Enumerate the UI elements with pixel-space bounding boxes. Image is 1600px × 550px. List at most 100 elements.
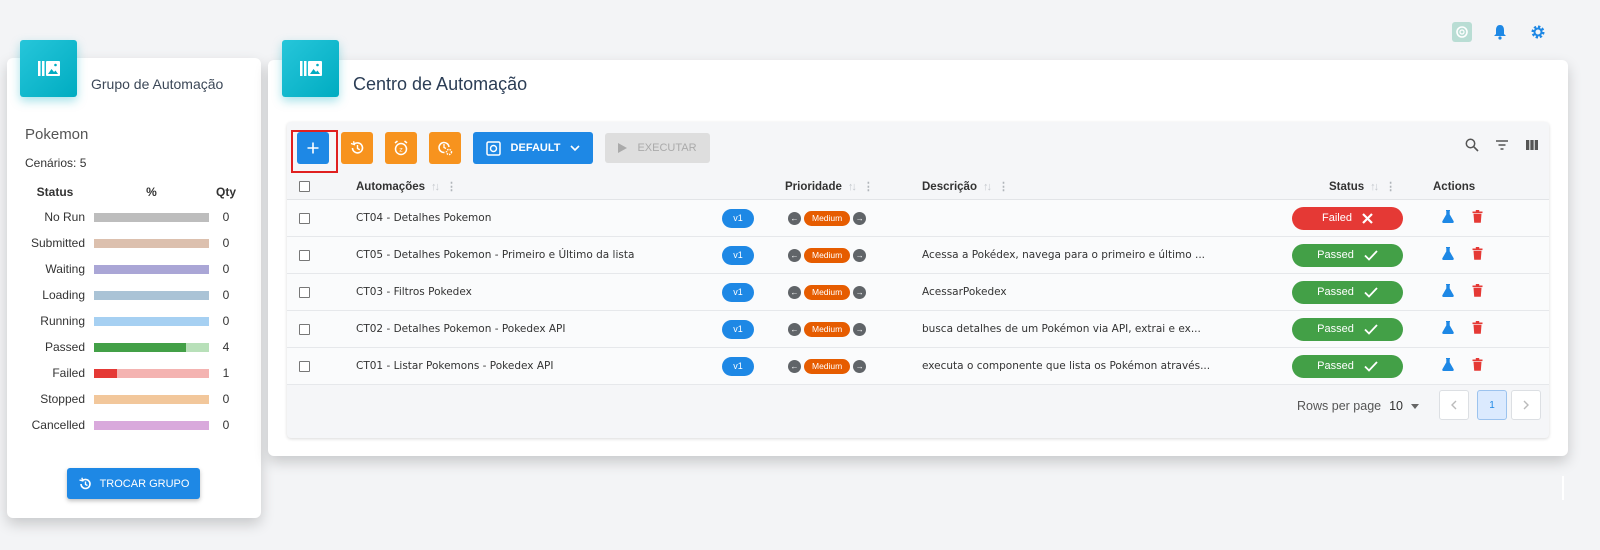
execute-button[interactable]: EXECUTAR [605,133,710,163]
priority-increase-icon[interactable]: → [853,248,867,262]
trash-icon[interactable] [1472,358,1483,374]
rows-per-page-select[interactable]: 10 [1389,399,1403,413]
status-bar-track [94,394,209,404]
select-all-checkbox[interactable] [299,181,310,192]
row-checkbox[interactable] [299,360,310,372]
version-badge[interactable]: v1 [722,282,754,302]
col-descricao[interactable]: Descrição [922,181,977,193]
openai-icon[interactable] [1452,22,1472,42]
priority-decrease-icon[interactable]: ← [788,285,801,299]
status-label: Waiting [45,262,85,276]
status-row: No Run 0 [25,204,243,230]
priority-increase-icon[interactable]: → [853,322,867,336]
chevron-left-icon [1451,400,1457,410]
priority-increase-icon[interactable]: → [853,359,867,373]
row-checkbox[interactable] [299,286,310,298]
automation-name[interactable]: CT02 - Detalhes Pokemon - Pokedex API [356,311,565,347]
version-badge[interactable]: v1 [722,319,754,339]
priority-decrease-icon[interactable]: ← [788,211,801,225]
priority-decrease-icon[interactable]: ← [788,248,801,262]
columns-icon[interactable] [1525,138,1539,157]
flask-icon[interactable] [1442,321,1454,337]
version-badge[interactable]: v1 [722,245,754,265]
status-bar [94,316,209,326]
automation-name[interactable]: CT03 - Filtros Pokedex [356,274,472,310]
column-menu-icon[interactable]: ⋮ [446,180,457,193]
automation-name[interactable]: CT01 - Listar Pokemons - Pokedex API [356,348,553,384]
settings-box-icon [485,140,501,156]
history-button[interactable] [341,132,373,164]
column-menu-icon[interactable]: ⋮ [1385,180,1396,193]
table-row[interactable]: CT02 - Detalhes Pokemon - Pokedex API v1 ←… [287,311,1549,348]
flask-icon[interactable] [1442,284,1454,300]
table-row[interactable]: CT04 - Detalhes Pokemon v1 ← Medium → Failed [287,200,1549,237]
status-badge[interactable]: Passed [1292,317,1403,341]
status-qty: 0 [222,418,230,432]
status-bar-fill [94,342,186,352]
status-text: Failed [1322,212,1352,224]
flask-icon[interactable] [1442,210,1454,226]
status-bar-track [94,420,209,430]
status-badge[interactable]: Passed [1292,280,1403,304]
priority-decrease-icon[interactable]: ← [788,322,801,336]
priority-decrease-icon[interactable]: ← [788,359,801,373]
status-row: Loading 0 [25,282,243,308]
row-checkbox[interactable] [299,212,310,224]
prev-page-button[interactable] [1439,390,1469,420]
column-menu-icon[interactable]: ⋮ [998,180,1009,193]
status-row: Passed 4 [25,334,243,360]
version-badge[interactable]: v1 [722,356,754,376]
row-checkbox[interactable] [299,323,310,335]
schedule-settings-button[interactable] [429,132,461,164]
automation-description: busca detalhes de um Pokémon via API, ex… [922,323,1201,335]
trash-icon[interactable] [1472,321,1483,337]
priority-increase-icon[interactable]: → [853,285,867,299]
status-badge[interactable]: Passed [1292,243,1403,267]
table-tools [1465,138,1539,157]
sort-icon[interactable]: ↑↓ [848,181,857,193]
page-title: Centro de Automação [353,74,528,94]
status-row: Stopped 0 [25,386,243,412]
trash-icon[interactable] [1472,247,1483,263]
trash-icon[interactable] [1472,210,1483,226]
row-checkbox[interactable] [299,249,310,261]
automation-name[interactable]: CT05 - Detalhes Pokemon - Primeiro e Últ… [356,237,634,273]
status-badge[interactable]: Failed [1292,206,1403,230]
trash-icon[interactable] [1472,284,1483,300]
col-prioridade[interactable]: Prioridade [785,181,842,193]
sort-icon[interactable]: ↑↓ [983,181,992,193]
filter-icon[interactable] [1495,138,1509,157]
version-badge[interactable]: v1 [722,208,754,228]
priority-increase-icon[interactable]: → [853,211,867,225]
status-bar-track [94,238,209,248]
next-page-button[interactable] [1511,390,1541,420]
status-label: Cancelled [31,418,85,432]
sort-icon[interactable]: ↑↓ [1370,181,1379,193]
col-status[interactable]: Status [1329,181,1364,193]
status-badge[interactable]: Passed [1292,354,1403,378]
check-icon [1364,286,1378,298]
status-text: Passed [1317,360,1354,372]
bell-icon[interactable] [1490,22,1510,42]
rows-per-page-label: Rows per page [1297,399,1382,413]
col-automacoes[interactable]: Automações [356,181,425,193]
flask-icon[interactable] [1442,358,1454,374]
schedule-button[interactable]: z [385,132,417,164]
column-menu-icon[interactable]: ⋮ [863,180,874,193]
gear-icon[interactable] [1528,22,1548,42]
environment-dropdown[interactable]: DEFAULT [473,132,593,164]
table-row[interactable]: CT03 - Filtros Pokedex v1 ← Medium → AcessarP… [287,274,1549,311]
priority-control: ← Medium → [788,284,867,300]
automation-name[interactable]: CT04 - Detalhes Pokemon [356,200,491,236]
flask-icon[interactable] [1442,247,1454,263]
status-qty: 0 [222,210,230,224]
status-qty: 0 [222,392,230,406]
table-row[interactable]: CT05 - Detalhes Pokemon - Primeiro e Últ… [287,237,1549,274]
toolbar: z DEFAULT EXECUTAR [291,130,710,173]
row-actions [1442,321,1483,337]
caret-down-icon[interactable] [1411,403,1419,409]
sort-icon[interactable]: ↑↓ [431,181,440,193]
page-button-1[interactable]: 1 [1477,390,1507,420]
search-icon[interactable] [1465,138,1479,157]
trocar-grupo-button[interactable]: TROCAR GRUPO [67,468,200,499]
